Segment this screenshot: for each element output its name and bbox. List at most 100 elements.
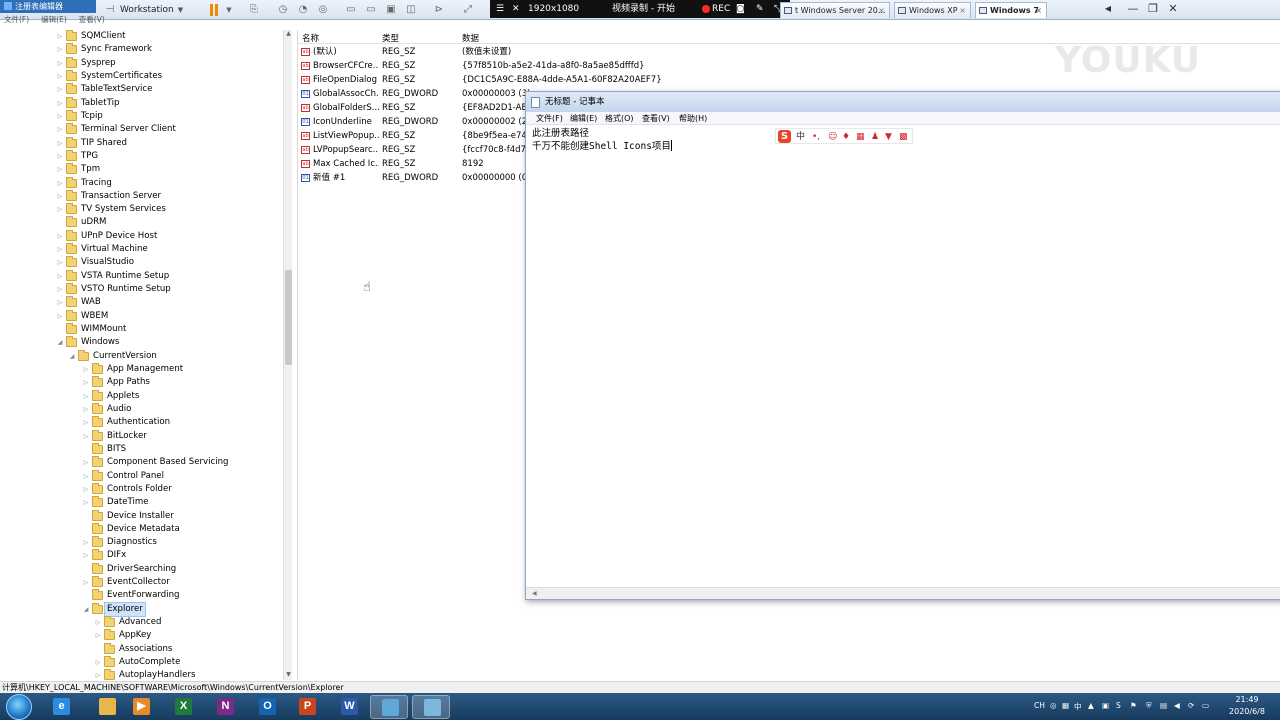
tree-collapsed-icon[interactable]: ▷	[56, 57, 64, 70]
tree-collapsed-icon[interactable]: ▷	[56, 270, 64, 283]
tree-collapsed-icon[interactable]: ▷	[82, 456, 90, 469]
close-icon[interactable]: ×	[959, 3, 966, 18]
tree-collapsed-icon[interactable]: ▷	[82, 496, 90, 509]
notepad-hscrollbar[interactable]: ◀	[526, 587, 1280, 599]
tree-collapsed-icon[interactable]: ▷	[94, 656, 102, 669]
menu-file[interactable]: 文件(F)	[0, 15, 29, 24]
tree-collapsed-icon[interactable]: ▷	[94, 616, 102, 629]
clock[interactable]: 21:49 2020/6/8	[1222, 694, 1272, 718]
scroll-up-icon[interactable]: ▲	[284, 30, 293, 39]
start-button[interactable]	[6, 694, 32, 720]
notify-icon[interactable]: ▣	[1102, 701, 1109, 710]
tree-collapsed-icon[interactable]: ▷	[56, 163, 64, 176]
tree-collapsed-icon[interactable]: ▷	[56, 83, 64, 96]
emoji-icon[interactable]: ☺	[828, 130, 837, 144]
tree-collapsed-icon[interactable]: ▷	[56, 283, 64, 296]
notepad-window[interactable]: 无标题 - 记事本 文件(F) 编辑(E) 格式(O) 查看(V) 帮助(H) …	[525, 91, 1280, 600]
tree-expanded-icon[interactable]: ◢	[56, 336, 64, 349]
tree-scrollbar[interactable]: ▲ ▼	[283, 30, 292, 680]
battery-icon[interactable]: ▭	[1202, 701, 1209, 710]
maximize-icon[interactable]: ❐	[1144, 2, 1162, 16]
tree-collapsed-icon[interactable]: ▷	[56, 310, 64, 323]
tab-windows-server[interactable]: t Windows Server 20... ×	[780, 2, 890, 18]
tree-collapsed-icon[interactable]: ▷	[82, 483, 90, 496]
taskbar-notepad-button[interactable]	[412, 695, 450, 719]
ime-toolbar[interactable]: S 中 •, ☺ ♦ ▦ ♟ ▼ ▩	[775, 128, 913, 144]
value-row[interactable]: ab FileOpenDialog REG_SZ {DC1C5A9C-E88A-4dd…	[298, 73, 798, 87]
taskbar-powerpoint-button[interactable]: P	[288, 695, 326, 719]
tree-collapsed-icon[interactable]: ▷	[94, 629, 102, 642]
tree-expanded-icon[interactable]: ◢	[68, 350, 76, 363]
np-menu-view[interactable]: 查看(V)	[642, 112, 670, 125]
tree-collapsed-icon[interactable]: ▷	[56, 123, 64, 136]
np-menu-file[interactable]: 文件(F)	[536, 112, 563, 125]
taskbar-outlook-button[interactable]: O	[248, 695, 286, 719]
tree-collapsed-icon[interactable]: ▷	[56, 97, 64, 110]
col-name-header[interactable]: 名称	[302, 32, 319, 44]
rec-label[interactable]: REC	[712, 0, 730, 18]
taskbar-ie-button[interactable]: e	[42, 695, 80, 719]
flag-icon[interactable]: ⚑	[1130, 701, 1137, 710]
snapshot-icon[interactable]: ◷	[276, 3, 290, 17]
tree-collapsed-icon[interactable]: ▷	[82, 576, 90, 589]
notepad-textarea[interactable]: 此注册表路径 千万不能创建Shell Icons项目	[532, 128, 672, 153]
scroll-thumb[interactable]	[285, 270, 292, 365]
keyboard-tray-icon[interactable]: ▦	[1062, 701, 1069, 710]
sogou-logo-icon[interactable]: S	[778, 130, 791, 143]
view-window-icon[interactable]: ◫	[404, 3, 418, 17]
volume-icon[interactable]: ◀	[1174, 701, 1180, 710]
tree-collapsed-icon[interactable]: ▷	[82, 536, 90, 549]
tree-collapsed-icon[interactable]: ▷	[56, 150, 64, 163]
np-menu-edit[interactable]: 编辑(E)	[570, 112, 597, 125]
taskbar-onenote-button[interactable]: N	[206, 695, 244, 719]
pen-icon[interactable]: ✎	[756, 0, 764, 18]
view-single-icon[interactable]: ▭	[344, 3, 358, 17]
col-data-header[interactable]: 数据	[462, 32, 479, 44]
menu-edit[interactable]: 编辑(E)	[37, 15, 67, 24]
tree-collapsed-icon[interactable]: ▷	[56, 137, 64, 150]
tab-windows-xp[interactable]: Windows XP ×	[894, 2, 971, 18]
workstation-menu[interactable]: Workstation ▼	[120, 3, 183, 17]
tree-collapsed-icon[interactable]: ▷	[82, 416, 90, 429]
notepad-titlebar[interactable]: 无标题 - 记事本	[526, 92, 1280, 112]
toolbox-icon[interactable]: ▩	[899, 130, 908, 144]
tree-collapsed-icon[interactable]: ▷	[82, 403, 90, 416]
network-icon[interactable]: ▤	[1160, 701, 1167, 710]
tab-scroll-icon[interactable]: ◀	[1099, 2, 1117, 16]
user-icon[interactable]: ♟	[871, 130, 879, 144]
tree-collapsed-icon[interactable]: ▷	[82, 376, 90, 389]
ime-tray-char[interactable]: 中	[1074, 701, 1082, 712]
view-stretch-icon[interactable]: ▣	[384, 3, 398, 17]
chevron-down-icon[interactable]: ▼	[222, 3, 236, 17]
skin-icon[interactable]: ▼	[885, 130, 892, 144]
taskbar-media-player-button[interactable]: ▶	[122, 695, 160, 719]
taskbar-explorer-button[interactable]	[88, 695, 126, 719]
punctuation-icon[interactable]: •,	[812, 130, 820, 144]
pause-icon[interactable]	[209, 4, 219, 16]
view-fit-icon[interactable]: ▭	[364, 3, 378, 17]
ime-tray-icon[interactable]: S	[1116, 701, 1121, 710]
menu-view[interactable]: 查看(V)	[75, 15, 105, 24]
value-row[interactable]: ab (默认) REG_SZ (数值未设置)	[298, 45, 798, 59]
tree-collapsed-icon[interactable]: ▷	[56, 203, 64, 216]
tree-collapsed-icon[interactable]: ▷	[56, 296, 64, 309]
tree-collapsed-icon[interactable]: ▷	[82, 363, 90, 376]
tray-expand-icon[interactable]: ▲	[1088, 701, 1094, 710]
tree-collapsed-icon[interactable]: ▷	[56, 177, 64, 190]
tree-collapsed-icon[interactable]: ▷	[56, 230, 64, 243]
taskbar-regedit-button[interactable]	[370, 695, 408, 719]
send-keys-icon[interactable]: ⎘	[247, 3, 261, 17]
tree-collapsed-icon[interactable]: ▷	[56, 30, 64, 43]
tree-expanded-icon[interactable]: ◢	[82, 603, 90, 616]
tree-collapsed-icon[interactable]: ▷	[94, 669, 102, 680]
minimize-icon[interactable]: —	[1124, 2, 1142, 16]
tree-collapsed-icon[interactable]: ▷	[56, 190, 64, 203]
fullscreen-icon[interactable]: ⤢	[461, 3, 475, 17]
tree-collapsed-icon[interactable]: ▷	[56, 256, 64, 269]
tree-collapsed-icon[interactable]: ▷	[56, 243, 64, 256]
tree-collapsed-icon[interactable]: ▷	[56, 110, 64, 123]
taskbar-word-button[interactable]: W	[330, 695, 368, 719]
keyboard-icon[interactable]: ▦	[856, 130, 865, 144]
close-window-icon[interactable]: ✕	[1164, 2, 1182, 16]
tree-collapsed-icon[interactable]: ▷	[56, 43, 64, 56]
